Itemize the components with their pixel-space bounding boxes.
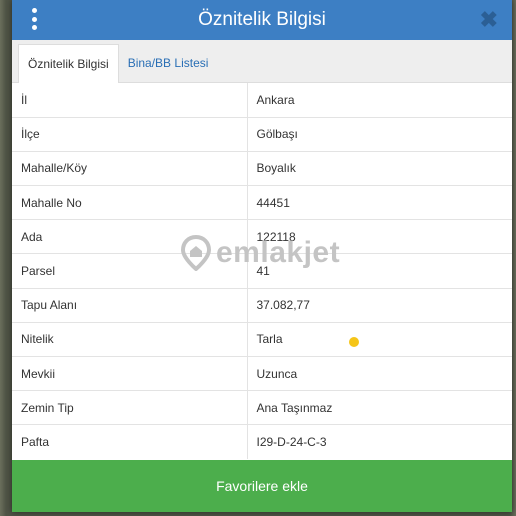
row-value: Ankara xyxy=(256,92,295,107)
table-row: Mahalle/Köy Boyalık xyxy=(12,150,512,186)
row-label: Ada xyxy=(12,219,248,254)
table-row: İlçe Gölbaşı xyxy=(12,116,512,152)
menu-dots-icon[interactable] xyxy=(30,8,38,30)
marker-dot xyxy=(349,337,359,347)
row-label: İlçe xyxy=(12,116,248,152)
table-row: Nitelik Tarla xyxy=(12,321,512,357)
tab-building-list[interactable]: Bina/BB Listesi xyxy=(119,43,218,82)
table-row: Ada 122118 xyxy=(12,219,512,254)
close-icon[interactable]: ✖ xyxy=(480,7,498,33)
row-value: 122118 xyxy=(247,219,512,254)
add-favorites-button[interactable]: Favorilere ekle xyxy=(12,460,512,512)
row-value: Tarla xyxy=(247,321,512,357)
table-row: Zemin Tip Ana Taşınmaz xyxy=(12,390,512,425)
row-value: I29-D-24-C-3 xyxy=(247,424,512,460)
row-label: İl xyxy=(12,83,248,118)
row-value: 44451 xyxy=(247,185,512,220)
row-value: 41 xyxy=(247,253,512,289)
row-value: Gölbaşı xyxy=(247,116,512,152)
row-value: Ana Taşınmaz xyxy=(247,390,512,425)
row-label: Parsel xyxy=(12,253,248,289)
table-row: Tapu Alanı 37.082,77 xyxy=(12,287,512,323)
row-label: Nitelik xyxy=(12,321,248,357)
table-row: Mahalle No 44451 xyxy=(12,185,512,220)
dialog-header: Öznitelik Bilgisi ✖ xyxy=(12,0,512,40)
table-row: Mevkii Uzunca xyxy=(12,355,512,391)
row-value: Uzunca xyxy=(247,355,512,391)
row-label: Pafta xyxy=(12,424,248,460)
row-label: Zemin Tip xyxy=(12,390,248,425)
tab-attribute-info[interactable]: Öznitelik Bilgisi xyxy=(18,44,119,83)
row-value: Boyalık xyxy=(247,150,512,186)
attribute-table-container: İl Ankara İlçe Gölbaşı Mahalle/Köy Boyalık … xyxy=(12,83,512,460)
table-row: Pafta I29-D-24-C-3 xyxy=(12,424,512,460)
attribute-dialog: Öznitelik Bilgisi ✖ Öznitelik Bilgisi Bi… xyxy=(12,0,512,512)
row-label: Tapu Alanı xyxy=(12,287,248,323)
row-label: Mevkii xyxy=(12,355,248,391)
table-row: Parsel 41 xyxy=(12,253,512,289)
row-label: Mahalle No xyxy=(12,185,248,220)
row-label: Mahalle/Köy xyxy=(12,150,248,186)
row-value: 37.082,77 xyxy=(247,287,512,323)
tab-bar: Öznitelik Bilgisi Bina/BB Listesi xyxy=(12,40,512,83)
dialog-title: Öznitelik Bilgisi xyxy=(198,9,326,30)
attribute-table: İl Ankara İlçe Gölbaşı Mahalle/Köy Boyalık … xyxy=(12,83,512,460)
table-row: İl Ankara xyxy=(12,83,512,118)
